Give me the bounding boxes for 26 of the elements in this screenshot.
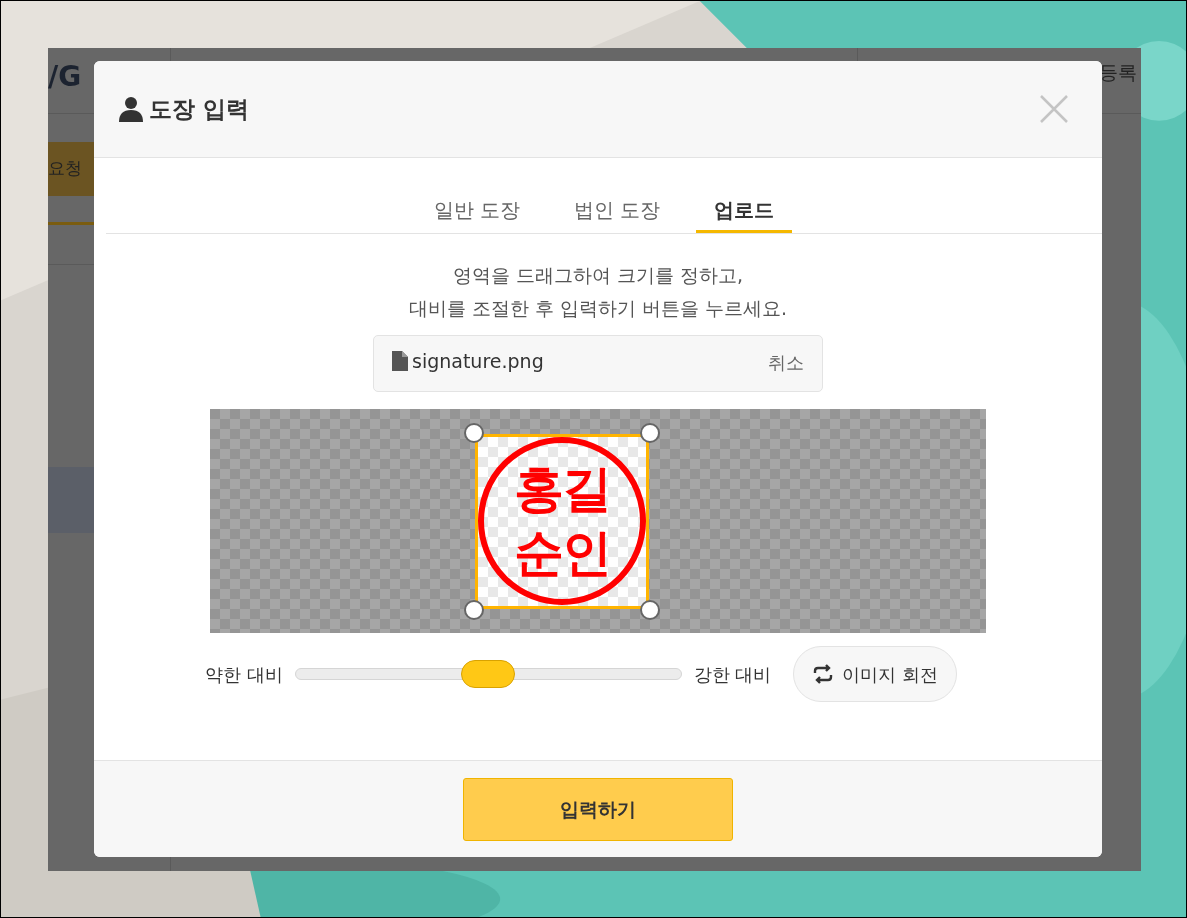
- tab[interactable]: 일반 도장: [415, 189, 538, 233]
- contrast-slider[interactable]: [294, 659, 682, 689]
- dialog-title: 도장 입력: [149, 94, 249, 124]
- rotate-icon: [812, 664, 835, 684]
- resize-handle[interactable]: [464, 599, 484, 620]
- slider-min-label: 약한 대비: [205, 662, 283, 687]
- tab[interactable]: 법인 도장: [556, 189, 679, 233]
- stamp-text: 홍길: [514, 459, 610, 520]
- slider-thumb[interactable]: [461, 660, 516, 688]
- user-icon: [119, 96, 143, 122]
- slider-max-label: 강한 대비: [693, 662, 772, 687]
- rotate-button[interactable]: 이미지 회전: [793, 646, 958, 702]
- file-icon: [392, 351, 408, 372]
- crop-box[interactable]: 홍길 순인: [475, 433, 649, 609]
- tab[interactable]: 업로드: [696, 189, 793, 233]
- resize-handle[interactable]: [640, 422, 660, 443]
- close-icon: [1040, 95, 1068, 123]
- resize-handle[interactable]: [640, 599, 660, 620]
- cancel-link[interactable]: 취소: [768, 349, 804, 376]
- stamp-text: 순인: [514, 523, 610, 584]
- instruction-text: 영역을 드래그하여 크기를 정하고,: [452, 263, 744, 288]
- file-name: signature.png: [412, 349, 544, 374]
- logo: /G: [48, 62, 82, 91]
- submit-button[interactable]: 입력하기: [463, 777, 733, 841]
- instruction-text: 대비를 조절한 후 입력하기 버튼을 누르세요.: [408, 296, 788, 321]
- resize-handle[interactable]: [464, 422, 484, 443]
